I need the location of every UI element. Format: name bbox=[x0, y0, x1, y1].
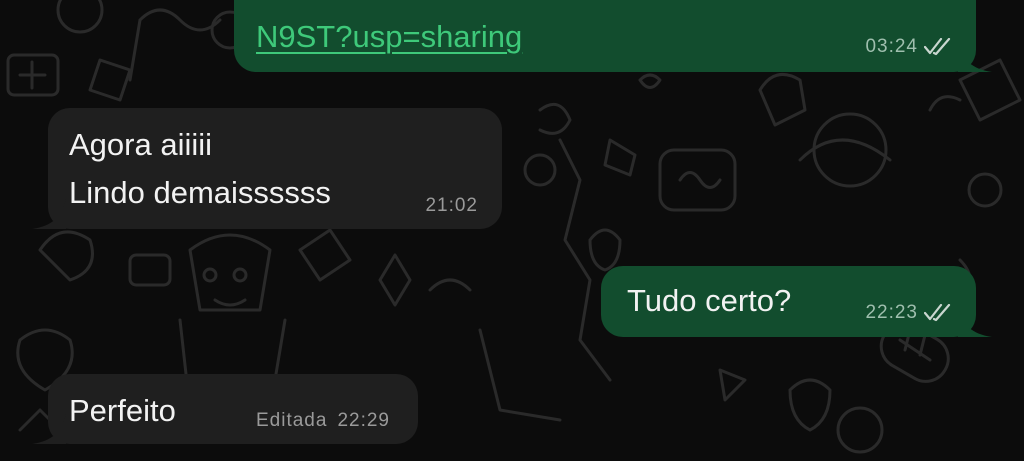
bubble-tail-icon bbox=[32, 414, 66, 444]
message-bubble-incoming[interactable]: Agora aiiiii Lindo demaissssss 21:02 bbox=[32, 108, 502, 229]
message-meta: Editada 22:29 bbox=[256, 410, 390, 432]
edited-label: Editada bbox=[256, 410, 328, 431]
message-link[interactable]: N9ST?usp=sharing bbox=[256, 16, 522, 58]
message-time: 03:24 bbox=[865, 36, 918, 57]
bubble-tail-icon bbox=[32, 199, 66, 229]
message-text-line: Lindo demaissssss bbox=[69, 175, 331, 210]
double-check-icon bbox=[924, 38, 951, 56]
message-time: 21:02 bbox=[425, 195, 478, 216]
message-time: 22:23 bbox=[865, 302, 918, 323]
message-time: 22:29 bbox=[337, 410, 390, 431]
message-bubble-outgoing[interactable]: N9ST?usp=sharing 03:24 bbox=[234, 0, 992, 72]
message-text-line: Agora aiiiii bbox=[69, 127, 213, 162]
message-meta: 03:24 bbox=[865, 36, 954, 58]
message-meta: 21:02 bbox=[425, 195, 478, 217]
message-bubble-incoming[interactable]: Perfeito Editada 22:29 bbox=[32, 374, 418, 444]
message-text: Perfeito bbox=[69, 393, 176, 428]
message-text: Tudo certo? bbox=[627, 283, 792, 318]
double-check-icon bbox=[924, 304, 951, 322]
message-bubble-outgoing[interactable]: Tudo certo? 22:23 bbox=[601, 266, 992, 337]
bubble-tail-icon bbox=[958, 42, 992, 72]
message-meta: 22:23 bbox=[865, 302, 954, 324]
bubble-tail-icon bbox=[958, 307, 992, 337]
chat-window: N9ST?usp=sharing 03:24 Agora aiiiii Lind… bbox=[0, 0, 1024, 461]
